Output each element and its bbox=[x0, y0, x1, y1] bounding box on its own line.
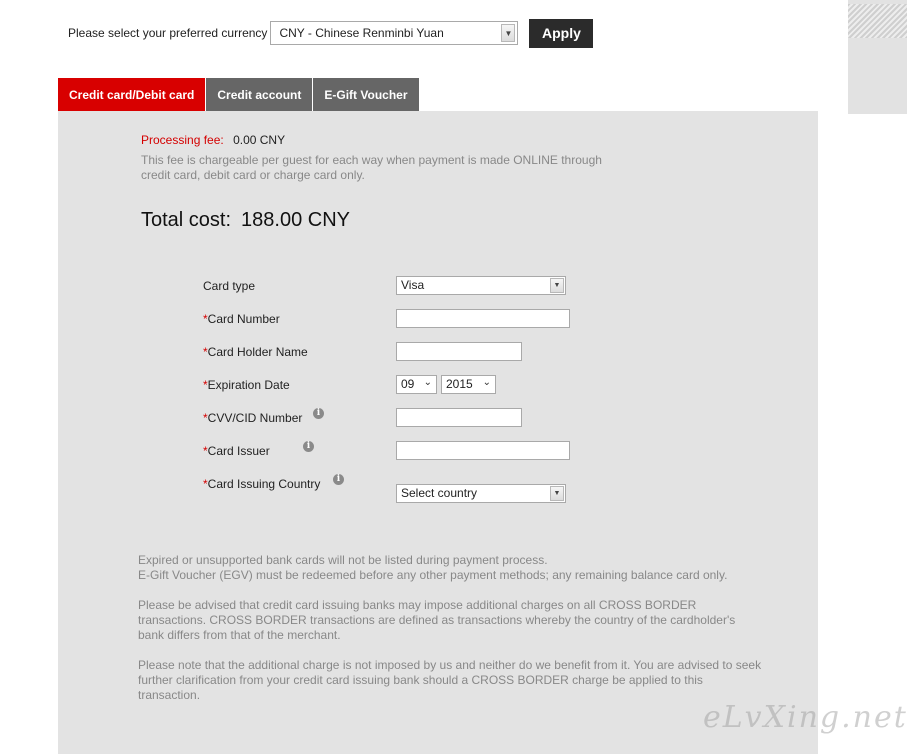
currency-select[interactable]: CNY - Chinese Renminbi Yuan ▼ bbox=[270, 21, 519, 45]
card-issuer-input[interactable] bbox=[396, 441, 570, 460]
notes-line-2: E-Gift Voucher (EGV) must be redeemed be… bbox=[138, 568, 728, 582]
decorative-hatch bbox=[848, 4, 907, 38]
currency-bar: Please select your preferred currency CN… bbox=[68, 18, 594, 48]
card-type-value: Visa bbox=[401, 278, 425, 292]
chevron-down-icon: ⌄ bbox=[423, 377, 432, 388]
expiry-month-select[interactable]: 09 ⌄ bbox=[396, 375, 437, 394]
card-country-select[interactable]: Select country ▼ bbox=[396, 484, 566, 503]
notes-paragraph-3: Please note that the additional charge i… bbox=[138, 658, 762, 702]
processing-fee-note: This fee is chargeable per guest for eac… bbox=[141, 153, 602, 182]
chevron-down-icon: ▼ bbox=[550, 486, 564, 501]
expiry-year-value: 2015 bbox=[446, 377, 473, 391]
card-type-label: Card type bbox=[203, 279, 256, 293]
info-icon[interactable]: i bbox=[333, 474, 344, 485]
watermark: eLvXing.net bbox=[703, 700, 907, 735]
payment-tabs: Credit card/Debit card Credit account E-… bbox=[58, 78, 420, 111]
expiration-date-label-text: Expiration Date bbox=[207, 378, 290, 392]
card-issuer-label: *Card Issuer bbox=[203, 444, 270, 458]
card-number-label: *Card Number bbox=[203, 312, 280, 326]
decorative-block bbox=[848, 0, 907, 114]
info-icon[interactable]: i bbox=[313, 408, 324, 419]
notes-paragraph-1: Expired or unsupported bank cards will n… bbox=[138, 553, 763, 583]
notes-paragraph-2: Please be advised that credit card issui… bbox=[138, 598, 736, 642]
tab-credit-account[interactable]: Credit account bbox=[206, 78, 313, 111]
total-cost-value: 188.00 CNY bbox=[241, 209, 351, 231]
apply-button[interactable]: Apply bbox=[529, 18, 594, 48]
cvv-input[interactable] bbox=[396, 408, 522, 427]
expiry-month-value: 09 bbox=[401, 377, 415, 391]
card-country-value: Select country bbox=[401, 486, 478, 500]
currency-label: Please select your preferred currency bbox=[68, 26, 268, 40]
expiration-date-label: *Expiration Date bbox=[203, 378, 290, 392]
card-holder-input[interactable] bbox=[396, 342, 522, 361]
chevron-down-icon: ⌄ bbox=[482, 377, 491, 388]
cvv-label: *CVV/CID Number bbox=[203, 411, 302, 425]
chevron-down-icon: ▼ bbox=[501, 24, 516, 42]
currency-select-value: CNY - Chinese Renminbi Yuan bbox=[279, 26, 444, 40]
cvv-label-text: CVV/CID Number bbox=[207, 411, 303, 425]
total-cost: Total cost: 188.00 CNY bbox=[141, 209, 350, 232]
chevron-down-icon: ▼ bbox=[550, 278, 564, 293]
card-number-input[interactable] bbox=[396, 309, 570, 328]
total-cost-label: Total cost: bbox=[141, 209, 232, 231]
tab-e-gift-voucher[interactable]: E-Gift Voucher bbox=[313, 78, 419, 111]
card-holder-label: *Card Holder Name bbox=[203, 345, 308, 359]
processing-fee-label: Processing fee: bbox=[141, 133, 224, 147]
expiry-year-select[interactable]: 2015 ⌄ bbox=[441, 375, 496, 394]
card-country-label-text: Card Issuing Country bbox=[207, 477, 321, 491]
card-type-select[interactable]: Visa ▼ bbox=[396, 276, 566, 295]
info-icon[interactable]: i bbox=[303, 441, 314, 452]
processing-fee-value: 0.00 CNY bbox=[233, 133, 286, 147]
processing-fee: Processing fee: 0.00 CNY bbox=[141, 133, 285, 147]
card-issuer-label-text: Card Issuer bbox=[207, 444, 270, 458]
notes-line-1: Expired or unsupported bank cards will n… bbox=[138, 553, 548, 567]
tab-credit-debit-card[interactable]: Credit card/Debit card bbox=[58, 78, 206, 111]
card-holder-label-text: Card Holder Name bbox=[207, 345, 308, 359]
card-number-label-text: Card Number bbox=[207, 312, 280, 326]
payment-panel: Processing fee: 0.00 CNY This fee is cha… bbox=[58, 111, 818, 754]
card-country-label: *Card Issuing Country bbox=[203, 477, 320, 491]
